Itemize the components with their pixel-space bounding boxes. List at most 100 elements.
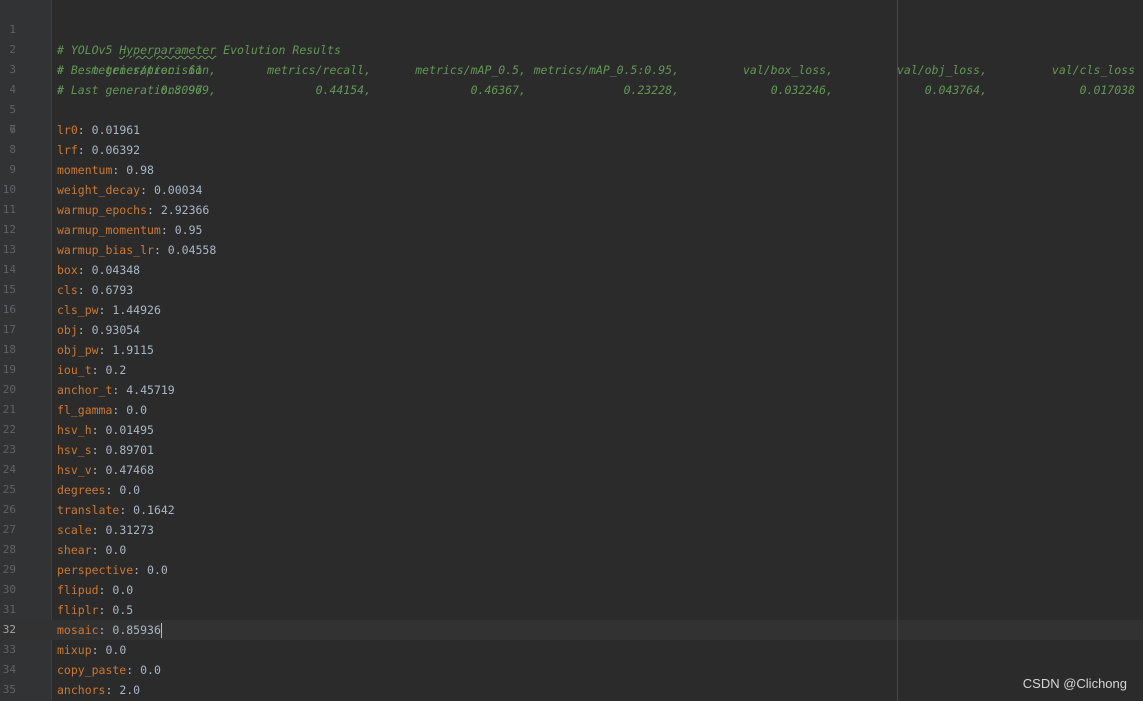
param-key: scale <box>57 523 92 537</box>
code-line[interactable]: 14 box: 0.04348 <box>0 260 1143 280</box>
param-key: copy_paste <box>57 663 127 677</box>
param-entry[interactable]: warmup_momentum: 0.95 <box>57 220 202 240</box>
code-editor[interactable]: 1 # YOLOv5 Hyperparameter Evolution Resu… <box>0 0 1143 701</box>
line-number: 26 <box>2 503 16 516</box>
param-colon: : <box>112 403 127 417</box>
param-colon: : <box>91 543 106 557</box>
param-value: 4.45719 <box>126 383 175 397</box>
code-line[interactable]: 24 hsv_v: 0.47468 <box>0 460 1143 480</box>
param-colon: : <box>91 423 106 437</box>
param-entry[interactable]: hsv_s: 0.89701 <box>57 440 154 460</box>
param-entry[interactable]: lr0: 0.01961 <box>57 120 140 140</box>
code-line[interactable]: 12 warmup_momentum: 0.95 <box>0 220 1143 240</box>
code-line[interactable]: 11 warmup_epochs: 2.92366 <box>0 200 1143 220</box>
param-colon: : <box>147 203 161 217</box>
watermark: CSDN @Clichong <box>1022 676 1127 691</box>
code-line[interactable]: 25 degrees: 0.0 <box>0 480 1143 500</box>
code-line[interactable]: 7 lr0: 0.01961 <box>0 120 1143 140</box>
param-entry[interactable]: mosaic: 0.85936 <box>57 620 162 640</box>
param-key: momentum <box>57 163 113 177</box>
param-entry[interactable]: obj: 0.93054 <box>57 320 140 340</box>
param-entry[interactable]: mixup: 0.0 <box>57 640 126 660</box>
param-colon: : <box>91 443 106 457</box>
param-entry[interactable]: scale: 0.31273 <box>57 520 154 540</box>
param-value: 0.47468 <box>105 463 154 477</box>
param-entry[interactable]: weight_decay: 0.00034 <box>57 180 202 200</box>
code-line[interactable]: 5 # 0.80969, 0.44154, 0.46367, 0.23228, … <box>0 80 1143 116</box>
code-line[interactable]: 22 hsv_h: 0.01495 <box>0 420 1143 440</box>
param-key: obj <box>57 323 78 337</box>
param-key: warmup_momentum <box>57 223 161 237</box>
param-value: 0.00034 <box>153 183 203 197</box>
code-line[interactable]: 16 cls_pw: 1.44926 <box>0 300 1143 320</box>
param-entry[interactable]: obj_pw: 1.9115 <box>57 340 154 360</box>
code-line[interactable]: 10 weight_decay: 0.00034 <box>0 180 1143 200</box>
code-line[interactable]: 19 iou_t: 0.2 <box>0 360 1143 380</box>
hyperparameter-list[interactable]: 7 lr0: 0.01961 8 lrf: 0.06392 9 momentum: 0.9… <box>0 120 1143 700</box>
param-entry[interactable]: degrees: 0.0 <box>57 480 140 500</box>
line-number: 29 <box>2 563 16 576</box>
param-colon: : <box>98 303 113 317</box>
code-line[interactable]: 15 cls: 0.6793 <box>0 280 1143 300</box>
code-line[interactable]: 2 # Best generation: 61 <box>0 20 1143 77</box>
param-value: 0.89701 <box>105 443 154 457</box>
line-number: 14 <box>2 263 16 276</box>
line-number: 28 <box>2 543 16 556</box>
param-key: obj_pw <box>57 343 99 357</box>
param-value: 0.04348 <box>91 263 141 277</box>
param-entry[interactable]: box: 0.04348 <box>57 260 140 280</box>
code-line[interactable]: 1 # YOLOv5 Hyperparameter Evolution Resu… <box>0 0 1143 57</box>
code-lines[interactable]: 1 # YOLOv5 Hyperparameter Evolution Resu… <box>0 0 1143 700</box>
line-number: 23 <box>2 443 16 456</box>
param-key: cls <box>57 283 78 297</box>
param-entry[interactable]: shear: 0.0 <box>57 540 126 560</box>
line-number: 21 <box>2 403 16 416</box>
param-entry[interactable]: anchors: 2.0 <box>57 680 140 700</box>
param-entry[interactable]: anchor_t: 4.45719 <box>57 380 175 400</box>
code-line[interactable]: 31 fliplr: 0.5 <box>0 600 1143 620</box>
code-line[interactable]: 28 shear: 0.0 <box>0 540 1143 560</box>
code-line[interactable]: 21 fl_gamma: 0.0 <box>0 400 1143 420</box>
line-number: 15 <box>2 283 16 296</box>
code-line[interactable]: 30 flipud: 0.0 <box>0 580 1143 600</box>
code-line[interactable]: 33 mixup: 0.0 <box>0 640 1143 660</box>
param-value: 0.98 <box>126 163 154 177</box>
code-line[interactable]: 34 copy_paste: 0.0 <box>0 660 1143 680</box>
line-number: 12 <box>2 223 16 236</box>
code-line[interactable]: 29 perspective: 0.0 <box>0 560 1143 580</box>
param-entry[interactable]: hsv_v: 0.47468 <box>57 460 154 480</box>
param-entry[interactable]: translate: 0.1642 <box>57 500 175 520</box>
param-entry[interactable]: hsv_h: 0.01495 <box>57 420 154 440</box>
param-entry[interactable]: momentum: 0.98 <box>57 160 154 180</box>
code-line[interactable]: 17 obj: 0.93054 <box>0 320 1143 340</box>
param-entry[interactable]: warmup_bias_lr: 0.04558 <box>57 240 216 260</box>
param-entry[interactable]: perspective: 0.0 <box>57 560 168 580</box>
param-entry[interactable]: cls_pw: 1.44926 <box>57 300 161 320</box>
line-number: 11 <box>2 203 16 216</box>
code-line[interactable]: 3 # Last generation: 97 <box>0 40 1143 97</box>
code-line[interactable]: 4 # metrics/precision, metrics/recall, m… <box>0 60 1143 96</box>
code-line[interactable]: 18 obj_pw: 1.9115 <box>0 340 1143 360</box>
param-entry[interactable]: cls: 0.6793 <box>57 280 133 300</box>
code-line[interactable]: 35 anchors: 2.0 <box>0 680 1143 700</box>
code-line[interactable]: 20 anchor_t: 4.45719 <box>0 380 1143 400</box>
param-entry[interactable]: fliplr: 0.5 <box>57 600 133 620</box>
code-line[interactable]: 13 warmup_bias_lr: 0.04558 <box>0 240 1143 260</box>
code-line[interactable]: 23 hsv_s: 0.89701 <box>0 440 1143 460</box>
param-entry[interactable]: fl_gamma: 0.0 <box>57 400 147 420</box>
param-entry[interactable]: copy_paste: 0.0 <box>57 660 161 680</box>
param-entry[interactable]: lrf: 0.06392 <box>57 140 140 160</box>
param-entry[interactable]: iou_t: 0.2 <box>57 360 126 380</box>
line-number: 19 <box>2 363 16 376</box>
code-line[interactable]: 27 scale: 0.31273 <box>0 520 1143 540</box>
code-line[interactable]: 32 mosaic: 0.85936 <box>0 620 1143 640</box>
param-key: warmup_bias_lr <box>57 243 154 257</box>
code-line[interactable]: 9 momentum: 0.98 <box>0 160 1143 180</box>
line-number: 30 <box>2 583 16 596</box>
param-entry[interactable]: flipud: 0.0 <box>57 580 133 600</box>
code-line[interactable]: 6 <box>0 100 1143 136</box>
code-line[interactable]: 8 lrf: 0.06392 <box>0 140 1143 160</box>
param-key: hsv_s <box>57 443 92 457</box>
code-line[interactable]: 26 translate: 0.1642 <box>0 500 1143 520</box>
param-entry[interactable]: warmup_epochs: 2.92366 <box>57 200 209 220</box>
